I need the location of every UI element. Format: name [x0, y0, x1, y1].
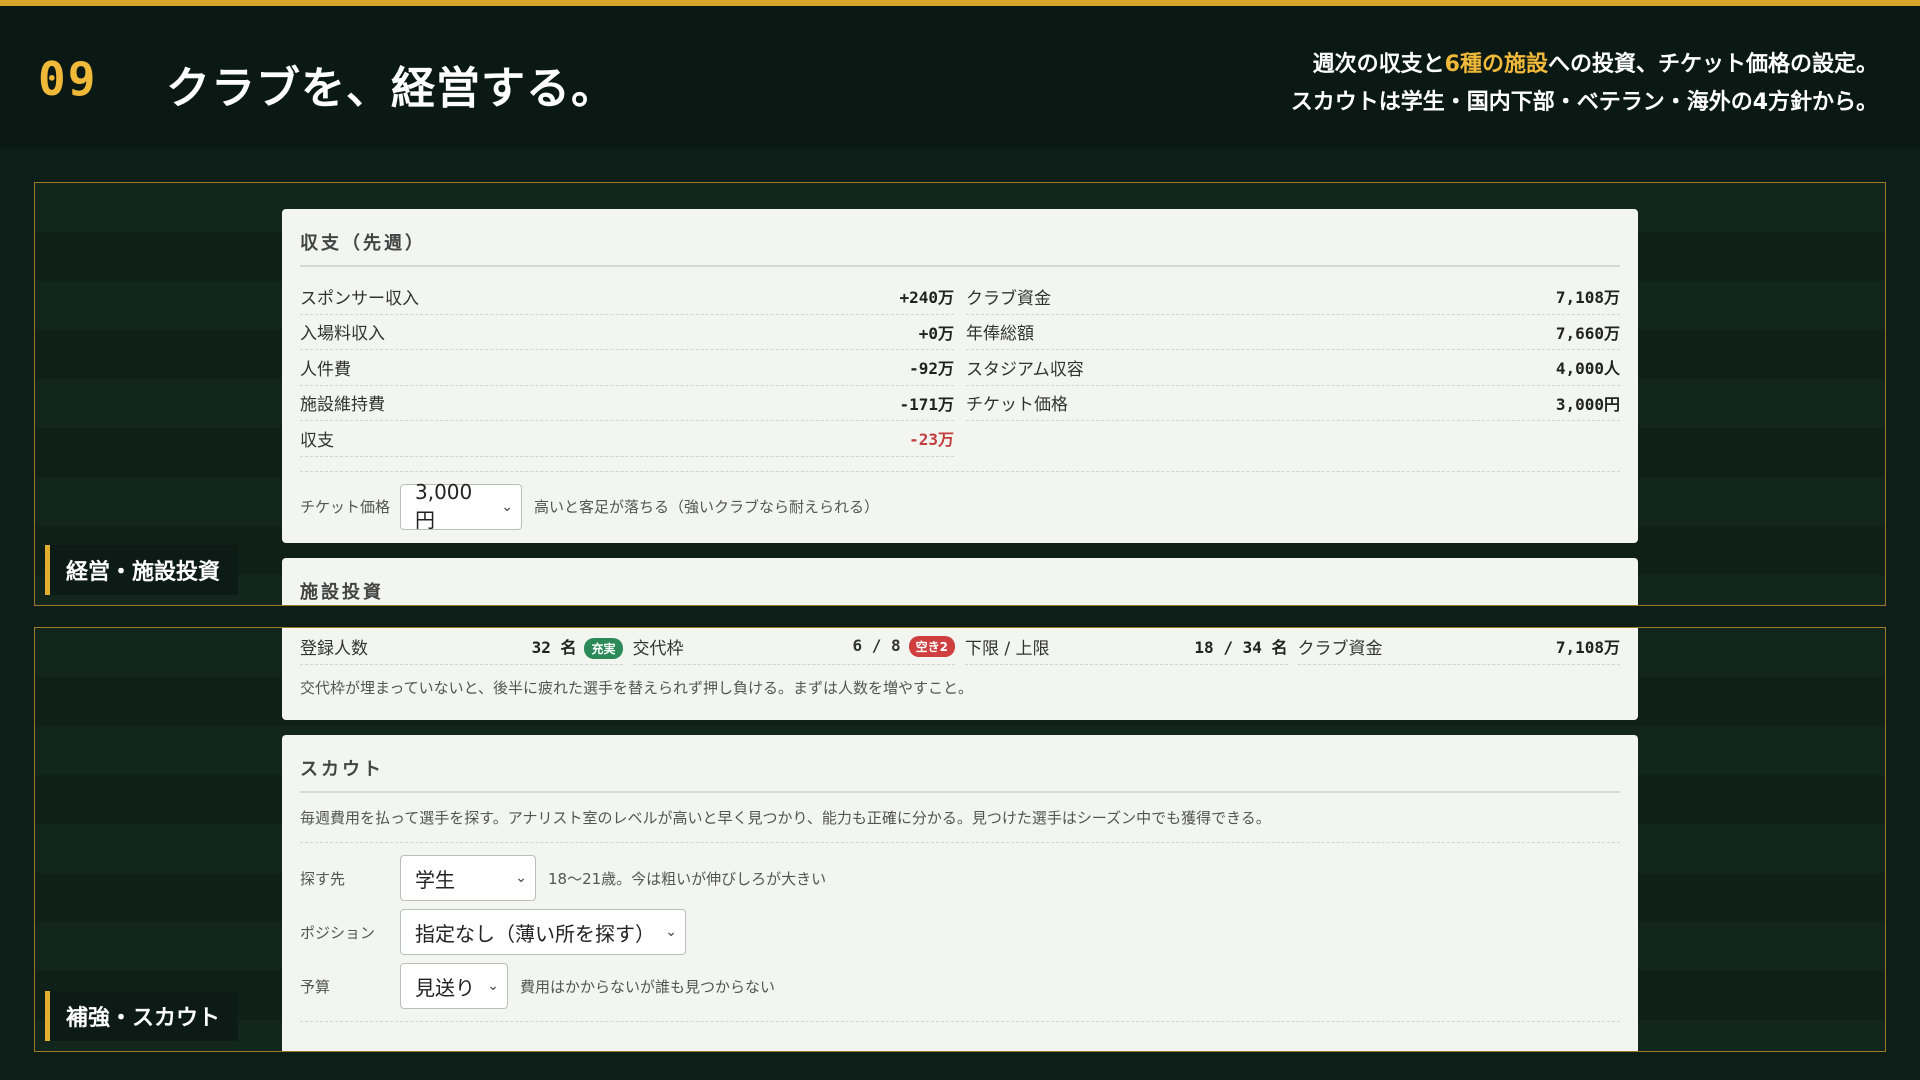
slide-header: 09 クラブを、経営する。 週次の収支と6種の施設への投資、チケット価格の設定。… [0, 6, 1920, 148]
chevron-down-icon: ⌄ [665, 924, 677, 940]
chevron-down-icon: ⌄ [487, 978, 499, 994]
description-text: 週次の収支と [1312, 52, 1445, 77]
status-badge: 充実 [584, 637, 623, 659]
stat-value: 32 名 [531, 637, 577, 657]
scout-budget-value: 見送り [415, 975, 475, 1000]
scout-target-select[interactable]: 学生 ⌄ [400, 855, 536, 901]
row-value: 7,660万 [1555, 323, 1620, 343]
row-label: チケット価格 [966, 395, 1068, 416]
scout-panel-label: 補強・スカウト [45, 991, 239, 1041]
description-line-2: スカウトは学生・国内下部・ベテラン・海外の4方針から。 [1290, 90, 1878, 115]
scout-budget-hint: 費用はかからないが誰も見つからない [520, 977, 776, 996]
ticket-price-label: チケット価格 [300, 498, 391, 516]
finance-row-balance: 収支 -23万 [300, 421, 954, 457]
scout-card: スカウト 毎週費用を払って選手を探す。アナリスト室のレベルが高いと早く見つかり、… [282, 735, 1638, 1051]
ticket-price-value: 3,000円 [415, 480, 473, 532]
divider [300, 842, 1620, 843]
row-value: -171万 [899, 394, 954, 414]
stat-label: 下限 / 上限 [965, 638, 1050, 659]
row-value: -92万 [909, 359, 954, 379]
stat-value: 6 / 8 [852, 635, 901, 655]
finance-table: スポンサー収入 +240万 入場料収入 +0万 人件費 -92万 施設維持費 -171万… [300, 279, 1620, 457]
scout-budget-label: 予算 [300, 977, 331, 996]
finance-left-column: スポンサー収入 +240万 入場料収入 +0万 人件費 -92万 施設維持費 -171万… [300, 279, 954, 457]
stat-value: 7,108万 [1555, 638, 1620, 657]
finance-right-column: クラブ資金 7,108万 年俸総額 7,660万 スタジアム収容 4,000人 チケッ… [966, 279, 1620, 457]
scout-budget-control: 予算 見送り ⌄ 費用はかからないが誰も見つからない [300, 963, 1620, 1009]
status-badge: 空き2 [908, 635, 955, 657]
slide-title: クラブを、経営する。 [166, 63, 616, 114]
facility-card-title: 施設投資 [300, 582, 384, 603]
finance-screenshot-panel: 収支（先週） スポンサー収入 +240万 入場料収入 +0万 人件費 -92万 施設維… [34, 182, 1886, 606]
squad-stats: 登録人数 32 名充実 交代枠 6 / 8 空き2 下限 / 上限 18 / 34… [300, 628, 1620, 665]
description-line-1: 週次の収支と6種の施設への投資、チケット価格の設定。 [1158, 46, 1878, 84]
row-label: 人件費 [300, 359, 351, 380]
facility-card: 施設投資 [282, 558, 1638, 605]
row-value: 4,000人 [1555, 359, 1620, 379]
divider [300, 1021, 1620, 1022]
stat-label: 登録人数 [300, 638, 368, 659]
finance-row: クラブ資金 7,108万 [966, 279, 1620, 315]
row-label: スポンサー収入 [300, 288, 419, 309]
scout-target-value: 学生 [415, 867, 455, 892]
ticket-price-control: チケット価格 3,000円 ⌄ 高いと客足が落ちる（強いクラブなら耐えられる） [300, 480, 1620, 532]
row-label: クラブ資金 [966, 288, 1051, 309]
finance-card-title: 収支（先週） [300, 209, 1620, 267]
row-value: 7,108万 [1555, 288, 1620, 308]
finance-row: スポンサー収入 +240万 [300, 279, 954, 315]
scout-description: 毎週費用を払って選手を探す。アナリスト室のレベルが高いと早く見つかり、能力も正確… [300, 809, 1271, 827]
row-value: +0万 [918, 323, 954, 343]
row-value: 3,000円 [1555, 394, 1620, 414]
chevron-down-icon: ⌄ [501, 498, 513, 515]
finance-row: スタジアム収容 4,000人 [966, 350, 1620, 386]
finance-row: 入場料収入 +0万 [300, 315, 954, 350]
squad-summary-card: 登録人数 32 名充実 交代枠 6 / 8 空き2 下限 / 上限 18 / 34… [282, 628, 1638, 720]
row-label: 施設維持費 [300, 395, 385, 416]
row-label: 入場料収入 [300, 324, 385, 345]
chevron-down-icon: ⌄ [515, 870, 527, 886]
finance-row: 人件費 -92万 [300, 350, 954, 386]
scout-position-control: ポジション 指定なし（薄い所を探す） ⌄ [300, 909, 1620, 955]
squad-stat: 交代枠 6 / 8 空き2 [632, 628, 955, 665]
scout-position-select[interactable]: 指定なし（薄い所を探す） ⌄ [400, 909, 686, 955]
description-text: への投資、チケット価格の設定。 [1547, 52, 1878, 77]
finance-row: 施設維持費 -171万 [300, 386, 954, 421]
row-label: 年俸総額 [966, 324, 1034, 345]
scout-target-control: 探す先 学生 ⌄ 18〜21歳。今は粗いが伸びしろが大きい [300, 855, 1620, 901]
stat-label: クラブ資金 [1297, 638, 1383, 659]
scout-target-label: 探す先 [300, 869, 346, 888]
squad-stat: 下限 / 上限 18 / 34 名 [965, 628, 1288, 665]
scout-budget-select[interactable]: 見送り ⌄ [400, 963, 508, 1009]
slide-description: 週次の収支と6種の施設への投資、チケット価格の設定。 スカウトは学生・国内下部・… [1158, 46, 1878, 122]
finance-row: 年俸総額 7,660万 [966, 315, 1620, 350]
row-value: +240万 [899, 288, 954, 308]
scout-position-value: 指定なし（薄い所を探す） [415, 921, 655, 946]
squad-stat: クラブ資金 7,108万 [1297, 628, 1620, 665]
squad-note: 交代枠が埋まっていないと、後半に疲れた選手を替えられず押し負ける。まずは人数を増… [300, 679, 974, 697]
row-value-negative: -23万 [909, 430, 954, 450]
finance-card: 収支（先週） スポンサー収入 +240万 入場料収入 +0万 人件費 -92万 施設維… [282, 209, 1638, 543]
ticket-price-hint: 高いと客足が落ちる（強いクラブなら耐えられる） [534, 498, 880, 516]
stat-label: 交代枠 [632, 638, 684, 659]
scout-card-title: スカウト [300, 735, 1620, 793]
finance-panel-label: 経営・施設投資 [45, 545, 239, 595]
finance-row: チケット価格 3,000円 [966, 386, 1620, 421]
scout-screenshot-panel: 登録人数 32 名充実 交代枠 6 / 8 空き2 下限 / 上限 18 / 34… [34, 627, 1886, 1052]
ticket-price-select[interactable]: 3,000円 ⌄ [400, 480, 522, 532]
row-label: 収支 [300, 430, 334, 451]
slide-number: 09 [38, 52, 98, 106]
row-label: スタジアム収容 [966, 359, 1084, 380]
divider [300, 470, 1620, 472]
squad-stat: 登録人数 32 名充実 [300, 628, 623, 665]
scout-position-label: ポジション [300, 923, 376, 942]
description-highlight: 6種の施設 [1444, 52, 1548, 77]
scout-target-hint: 18〜21歳。今は粗いが伸びしろが大きい [548, 869, 827, 888]
stat-value: 18 / 34 名 [1194, 638, 1288, 657]
